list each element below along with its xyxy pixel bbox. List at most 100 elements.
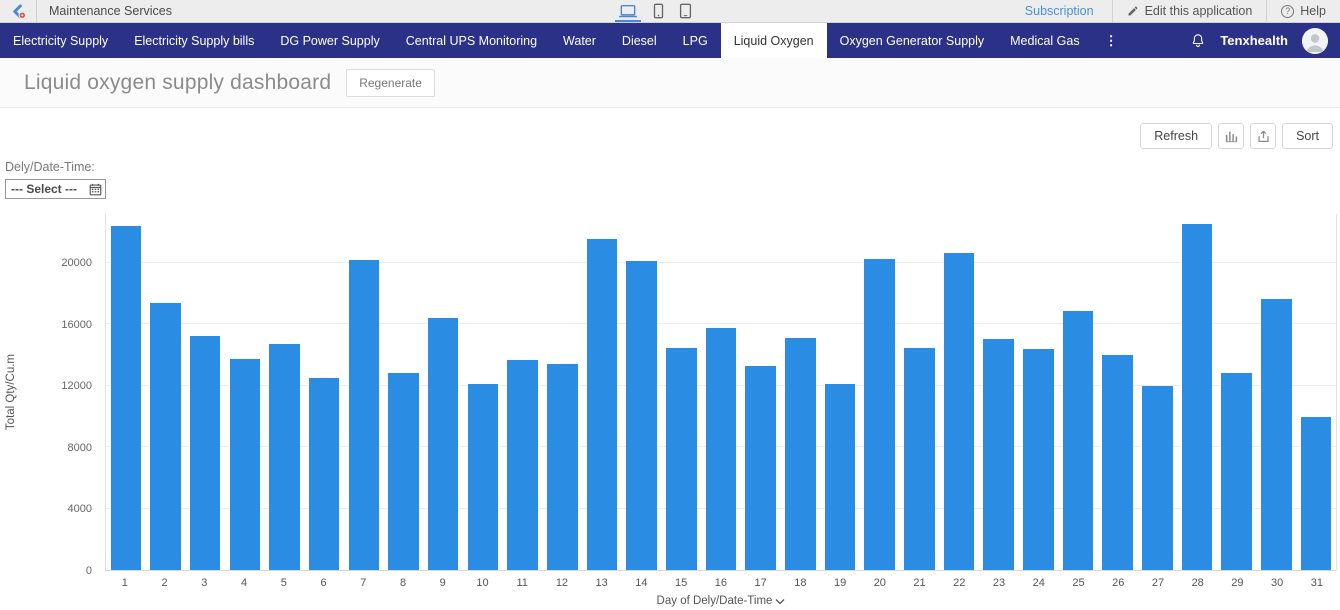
- nav-tab-oxygen-generator-supply[interactable]: Oxygen Generator Supply: [827, 23, 998, 58]
- plot-area: [105, 214, 1337, 571]
- chevron-down-icon[interactable]: [775, 598, 785, 605]
- bar-day-7[interactable]: [349, 260, 380, 570]
- more-tabs-icon[interactable]: ⋮: [1093, 23, 1131, 58]
- nav-tab-electricity-supply[interactable]: Electricity Supply: [0, 23, 121, 58]
- bar-slot: [423, 214, 463, 570]
- x-tick-label: 24: [1019, 577, 1059, 589]
- bar-day-30[interactable]: [1261, 299, 1292, 570]
- bar-day-17[interactable]: [745, 366, 776, 570]
- x-tick-label: 21: [900, 577, 940, 589]
- bar-slot: [1177, 214, 1217, 570]
- bar-day-15[interactable]: [666, 348, 697, 571]
- edit-application-button[interactable]: Edit this application: [1113, 4, 1267, 18]
- sort-button[interactable]: Sort: [1282, 123, 1333, 149]
- bar-day-5[interactable]: [269, 344, 300, 570]
- nav-tab-lpg[interactable]: LPG: [670, 23, 721, 58]
- refresh-button[interactable]: Refresh: [1140, 123, 1212, 149]
- bar-day-2[interactable]: [150, 303, 181, 570]
- bar-day-11[interactable]: [507, 360, 538, 570]
- bar-day-14[interactable]: [626, 261, 657, 570]
- nav-tab-liquid-oxygen[interactable]: Liquid Oxygen: [721, 23, 827, 58]
- page-title: Liquid oxygen supply dashboard: [24, 71, 331, 95]
- dashboard-content: Refresh Sort Dely/Date-Time: --- Select …: [0, 108, 1340, 609]
- nav-tab-electricity-supply-bills[interactable]: Electricity Supply bills: [121, 23, 267, 58]
- top-system-bar: Maintenance Services Subscription: [0, 0, 1340, 23]
- help-button[interactable]: ? Help: [1267, 4, 1340, 18]
- bar-day-20[interactable]: [864, 259, 895, 570]
- bar-day-13[interactable]: [587, 239, 618, 570]
- bar-slot: [1137, 214, 1177, 570]
- bar-slot: [463, 214, 503, 570]
- bar-slot: [1256, 214, 1296, 570]
- bar-day-8[interactable]: [388, 373, 419, 570]
- app-name: Maintenance Services: [37, 4, 184, 18]
- x-tick-label: 11: [502, 577, 542, 589]
- x-tick-label: 30: [1257, 577, 1297, 589]
- bar-day-21[interactable]: [904, 348, 935, 571]
- regenerate-button[interactable]: Regenerate: [346, 69, 435, 97]
- bar-slot: [979, 214, 1019, 570]
- nav-tab-diesel[interactable]: Diesel: [609, 23, 670, 58]
- laptop-icon[interactable]: [618, 0, 638, 22]
- bar-day-27[interactable]: [1142, 386, 1173, 570]
- bar-slot: [146, 214, 186, 570]
- x-axis-title-text: Day of Dely/Date-Time: [657, 595, 773, 607]
- y-tick-label: 12000: [61, 380, 92, 392]
- y-axis-ticks: 040008000120001600020000: [0, 214, 99, 571]
- date-filter-select[interactable]: --- Select ---: [5, 179, 106, 199]
- navbar-right: Tenxhealth: [1190, 23, 1340, 58]
- bar-day-26[interactable]: [1102, 355, 1133, 570]
- bar-slot: [304, 214, 344, 570]
- bar-day-1[interactable]: [111, 226, 142, 570]
- date-filter-label: Dely/Date-Time:: [5, 160, 106, 174]
- bar-slot: [741, 214, 781, 570]
- bar-slot: [106, 214, 146, 570]
- bar-slot: [939, 214, 979, 570]
- creator-logo-icon[interactable]: [10, 3, 27, 20]
- x-tick-label: 27: [1138, 577, 1178, 589]
- bar-day-10[interactable]: [468, 384, 499, 570]
- bar-day-29[interactable]: [1221, 373, 1252, 570]
- bar-slot: [899, 214, 939, 570]
- notification-bell-icon[interactable]: [1190, 32, 1206, 49]
- bar-day-12[interactable]: [547, 364, 578, 570]
- nav-tab-medical-gas[interactable]: Medical Gas: [997, 23, 1092, 58]
- nav-tabs: Electricity SupplyElectricity Supply bil…: [0, 23, 1093, 58]
- subscription-link[interactable]: Subscription: [1007, 4, 1112, 18]
- date-filter: Dely/Date-Time: --- Select ---: [5, 160, 106, 199]
- nav-tab-dg-power-supply[interactable]: DG Power Supply: [267, 23, 392, 58]
- export-icon-button[interactable]: [1250, 123, 1276, 149]
- calendar-icon[interactable]: [89, 183, 102, 196]
- chart-type-icon-button[interactable]: [1218, 123, 1244, 149]
- nav-tab-central-ups-monitoring[interactable]: Central UPS Monitoring: [393, 23, 550, 58]
- nav-tab-water[interactable]: Water: [550, 23, 609, 58]
- bar-slot: [661, 214, 701, 570]
- x-tick-label: 2: [145, 577, 185, 589]
- bar-day-24[interactable]: [1023, 349, 1054, 570]
- y-tick-label: 20000: [61, 257, 92, 269]
- bar-day-18[interactable]: [785, 338, 816, 570]
- app-navbar: Electricity SupplyElectricity Supply bil…: [0, 23, 1340, 58]
- bar-day-16[interactable]: [706, 328, 737, 570]
- bar-slot: [185, 214, 225, 570]
- bar-day-25[interactable]: [1063, 311, 1094, 570]
- bar-slot: [1217, 214, 1257, 570]
- x-tick-label: 19: [820, 577, 860, 589]
- x-tick-label: 14: [622, 577, 662, 589]
- x-tick-label: 15: [661, 577, 701, 589]
- bar-day-4[interactable]: [230, 359, 261, 570]
- bar-day-31[interactable]: [1301, 417, 1332, 570]
- help-icon: ?: [1281, 5, 1294, 18]
- bar-day-9[interactable]: [428, 318, 459, 570]
- bar-day-23[interactable]: [983, 339, 1014, 570]
- user-avatar[interactable]: [1302, 28, 1328, 54]
- x-tick-label: 5: [264, 577, 304, 589]
- y-tick-label: 8000: [68, 442, 92, 454]
- tablet-icon[interactable]: [679, 0, 692, 22]
- bar-day-19[interactable]: [825, 384, 856, 570]
- bar-day-22[interactable]: [944, 253, 975, 570]
- bar-day-3[interactable]: [190, 336, 221, 570]
- phone-icon[interactable]: [653, 0, 664, 22]
- bar-day-6[interactable]: [309, 378, 340, 570]
- bar-day-28[interactable]: [1182, 224, 1213, 570]
